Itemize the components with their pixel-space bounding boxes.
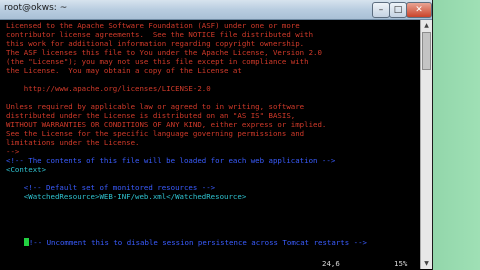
terminal-line: Licensed to the Apache Software Foundati… [6, 21, 300, 30]
terminal-line: contributor license agreements. See the … [6, 30, 314, 39]
terminal-content[interactable]: Licensed to the Apache Software Foundati… [0, 20, 420, 258]
terminal-line: <!-- The contents of this file will be l… [6, 156, 336, 165]
minimize-button[interactable]: – [372, 2, 390, 18]
terminal-line: limitations under the License. [6, 138, 140, 147]
cursor-line-text: !-- Uncomment this to disable session pe… [28, 238, 367, 247]
terminal-line: <WatchedResource>WEB-INF/web.xml</Watche… [6, 192, 247, 201]
terminal-line: (the "License"); you may not use this fi… [6, 57, 309, 66]
terminal-line: <Context> [6, 165, 47, 174]
terminal-line: this work for additional information reg… [6, 39, 305, 48]
terminal-line: The ASF licenses this file to You under … [6, 48, 322, 57]
vertical-scrollbar[interactable]: ▲ ▼ [420, 20, 432, 269]
terminal-line: <!-- Default set of monitored resources … [6, 183, 216, 192]
scroll-down-arrow-icon[interactable]: ▼ [421, 258, 432, 269]
terminal-line: --> [6, 147, 20, 156]
window-titlebar[interactable]: root@okws: ~ – □ ✕ [0, 0, 432, 20]
terminal-line: Unless required by applicable law or agr… [6, 102, 305, 111]
cursor-line-indent [6, 238, 24, 247]
terminal-line: WITHOUT WARRANTIES OR CONDITIONS OF ANY … [6, 120, 327, 129]
file-percent: 15% [394, 259, 408, 268]
terminal-line: http://www.apache.org/licenses/LICENSE-2… [6, 84, 211, 93]
window-title: root@okws: ~ [4, 3, 68, 13]
editor-status-line: 24,6 15% [0, 258, 420, 269]
terminal-line: the License. You may obtain a copy of th… [6, 66, 242, 75]
scroll-up-arrow-icon[interactable]: ▲ [421, 20, 432, 31]
cursor-position: 24,6 [322, 259, 340, 268]
scroll-thumb[interactable] [422, 32, 431, 70]
close-button[interactable]: ✕ [406, 2, 432, 18]
terminal-line: See the License for the specific languag… [6, 129, 305, 138]
terminal-window[interactable]: root@okws: ~ – □ ✕ Licensed to the Apach… [0, 0, 433, 270]
terminal-line: distributed under the License is distrib… [6, 111, 296, 120]
terminal-cursor-line[interactable]: !-- Uncomment this to disable session pe… [6, 238, 367, 247]
maximize-button[interactable]: □ [389, 2, 407, 18]
